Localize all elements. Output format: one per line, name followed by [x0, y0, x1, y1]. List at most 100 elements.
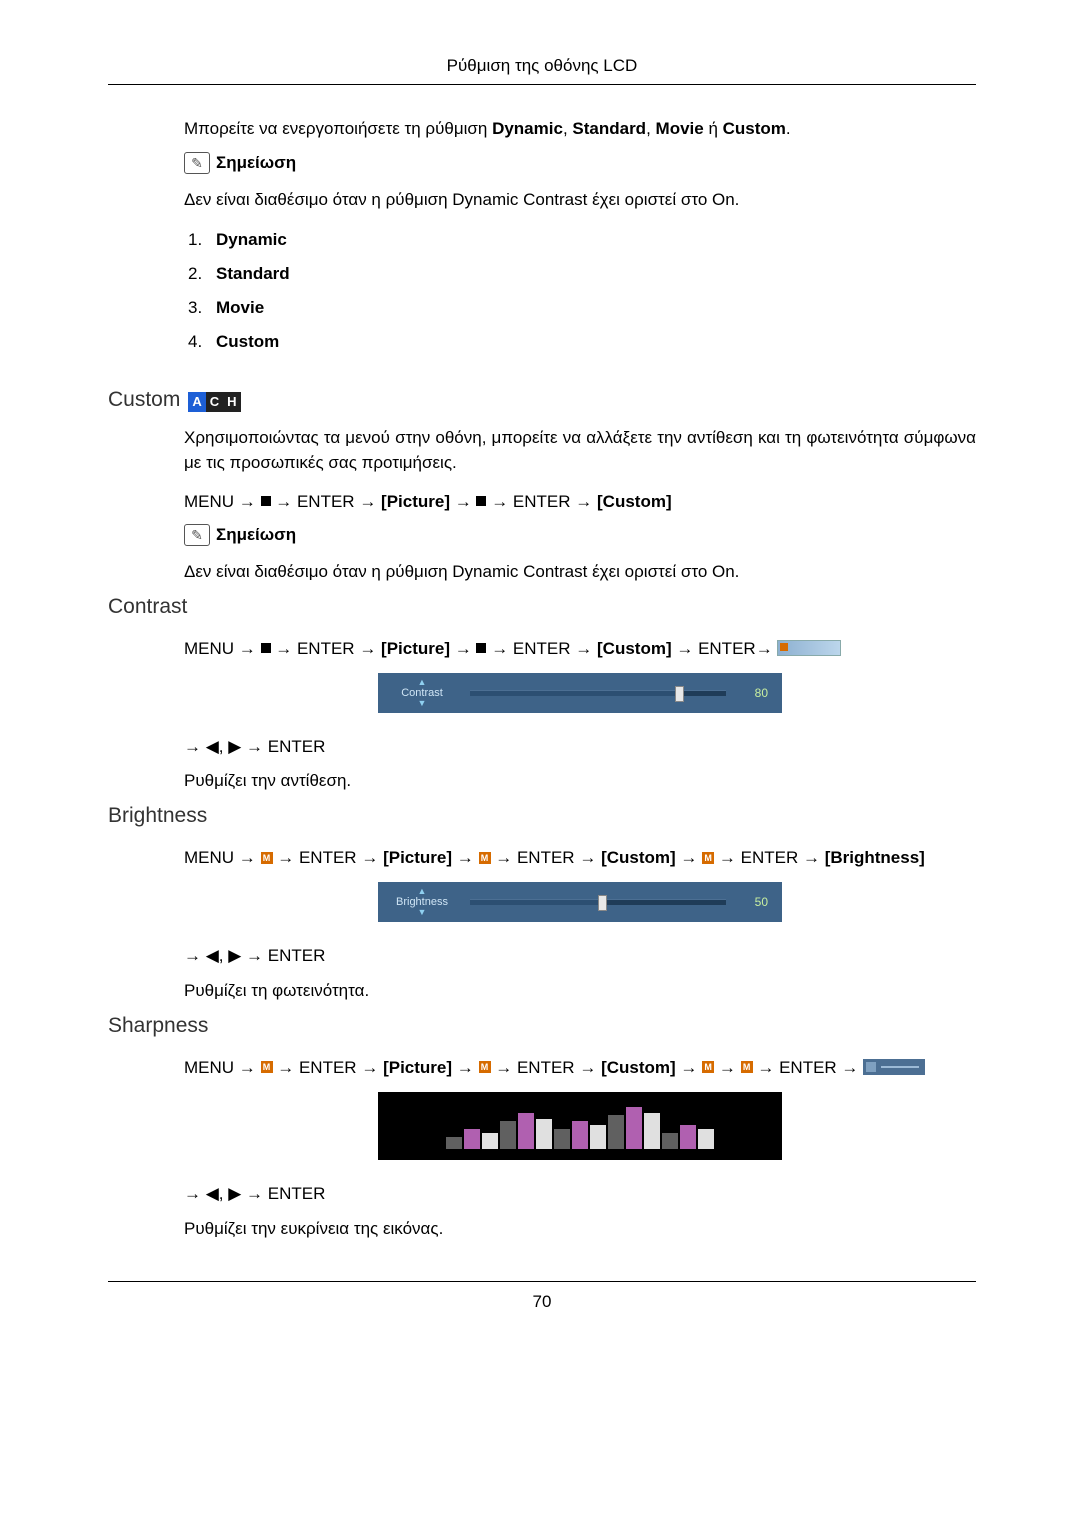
slider-value: 80	[740, 686, 768, 700]
sharpness-after: → ◀, ▶ → ENTER	[184, 1182, 976, 1207]
arrow: →	[579, 848, 601, 867]
up-arrow-icon: ▲	[388, 887, 456, 896]
sep: ,	[563, 119, 572, 138]
bar	[608, 1115, 624, 1149]
arrow: →	[495, 848, 517, 867]
list-item: 4.Custom	[188, 332, 976, 352]
list-num: 3.	[188, 298, 216, 318]
arrow: →	[271, 492, 297, 511]
nav-picture: [Picture]	[383, 1058, 452, 1077]
slider-track[interactable]	[470, 690, 726, 696]
chip-h: H	[223, 392, 240, 412]
heading-brightness: Brightness	[108, 804, 976, 828]
nav-enter: ENTER	[741, 848, 799, 867]
nav-picture: [Picture]	[381, 639, 450, 658]
bar	[698, 1129, 714, 1149]
bar	[662, 1133, 678, 1149]
nav-contrast: MENU → → ENTER → [Picture] → → ENTER → […	[184, 633, 976, 665]
m-icon: M	[479, 852, 491, 864]
nav-enter: ENTER	[779, 1058, 837, 1077]
arrow: →	[271, 639, 297, 658]
slider-thumb[interactable]	[598, 895, 607, 911]
arrow: →	[719, 848, 741, 867]
end: .	[786, 119, 791, 138]
bar	[680, 1125, 696, 1149]
arrow: →	[757, 1058, 779, 1077]
heading-contrast: Contrast	[108, 595, 976, 619]
m-icon: M	[261, 1061, 273, 1073]
nav-custom-br: [Custom]	[597, 639, 672, 658]
arrow: →	[672, 639, 698, 658]
m-icon: M	[479, 1061, 491, 1073]
note-row: ✎ Σημείωση	[184, 152, 976, 174]
down-arrow-icon: ▼	[388, 699, 456, 708]
m-icon: M	[261, 852, 273, 864]
up-arrow-icon: ▲	[388, 678, 456, 687]
nav-menu: MENU	[184, 1058, 234, 1077]
note-body: Δεν είναι διαθέσιμο όταν η ρύθμιση Dynam…	[184, 188, 976, 213]
nav-picture: [Picture]	[383, 848, 452, 867]
arrow: →	[571, 639, 597, 658]
sharpness-bars	[446, 1103, 714, 1149]
section-custom: Custom A C H	[108, 378, 976, 426]
footer-rule	[108, 1281, 976, 1282]
arrow: →	[457, 1058, 479, 1077]
nav-menu: MENU	[184, 848, 234, 867]
nav-brightness: MENU → M → ENTER → [Picture] → M → ENTER…	[184, 842, 976, 874]
note-label: Σημείωση	[216, 153, 296, 173]
header-rule	[108, 84, 976, 85]
mode-standard: Standard	[572, 119, 646, 138]
nav-sharpness: MENU → M → ENTER → [Picture] → M → ENTER…	[184, 1052, 976, 1084]
mode-custom: Custom	[723, 119, 786, 138]
arrow: →	[680, 1058, 702, 1077]
arrow: →	[273, 1058, 299, 1077]
slider-fill	[470, 900, 598, 905]
contrast-slider[interactable]: ▲ Contrast ▼ 80	[378, 673, 782, 713]
note-label: Σημείωση	[216, 525, 296, 545]
nav-menu: MENU	[184, 639, 234, 658]
nav-enter: ENTER	[513, 639, 571, 658]
nav-picture: [Picture]	[381, 492, 450, 511]
heading-sharpness: Sharpness	[108, 1014, 976, 1038]
arrow: →	[234, 1058, 260, 1077]
m-icon: M	[741, 1061, 753, 1073]
bar	[644, 1113, 660, 1149]
slider-track[interactable]	[470, 899, 726, 905]
nav-custom-br: [Custom]	[601, 1058, 676, 1077]
submenu-icon	[863, 1059, 925, 1075]
arrow: →	[457, 848, 479, 867]
bar	[590, 1125, 606, 1149]
page-number: 70	[108, 1292, 976, 1342]
list-item: 1.Dynamic	[188, 230, 976, 250]
brightness-slider[interactable]: ▲ Brightness ▼ 50	[378, 882, 782, 922]
bar	[446, 1137, 462, 1149]
bar	[518, 1113, 534, 1149]
page-header: Ρύθμιση της οθόνης LCD	[108, 56, 976, 76]
note-icon: ✎	[184, 152, 210, 174]
bar	[536, 1119, 552, 1149]
nav-custom: MENU → → ENTER → [Picture] → → ENTER → […	[184, 486, 976, 518]
nav-enter: ENTER	[517, 848, 575, 867]
list-num: 2.	[188, 264, 216, 284]
nav-menu: MENU	[184, 492, 234, 511]
bar	[500, 1121, 516, 1149]
list-item: 2.Standard	[188, 264, 976, 284]
nav-enter: ENTER	[513, 492, 571, 511]
intro-text: Μπορείτε να ενεργοποιήσετε τη ρύθμιση	[184, 119, 492, 138]
bar	[482, 1133, 498, 1149]
nav-enter: ENTER	[299, 848, 357, 867]
nav-enter: ENTER	[517, 1058, 575, 1077]
m-icon: M	[702, 1061, 714, 1073]
arrow: →	[486, 639, 512, 658]
contrast-after: → ◀, ▶ → ENTER	[184, 735, 976, 760]
slider-label-col: ▲ Contrast ▼	[388, 678, 456, 708]
note-icon: ✎	[184, 524, 210, 546]
slider-thumb[interactable]	[675, 686, 684, 702]
slider-label-col: ▲ Brightness ▼	[388, 887, 456, 917]
arrow: →	[273, 848, 299, 867]
heading-custom: Custom	[108, 388, 180, 412]
sep: ,	[646, 119, 655, 138]
or: ή	[704, 119, 723, 138]
list-num: 1.	[188, 230, 216, 250]
arrow: →	[486, 492, 512, 511]
